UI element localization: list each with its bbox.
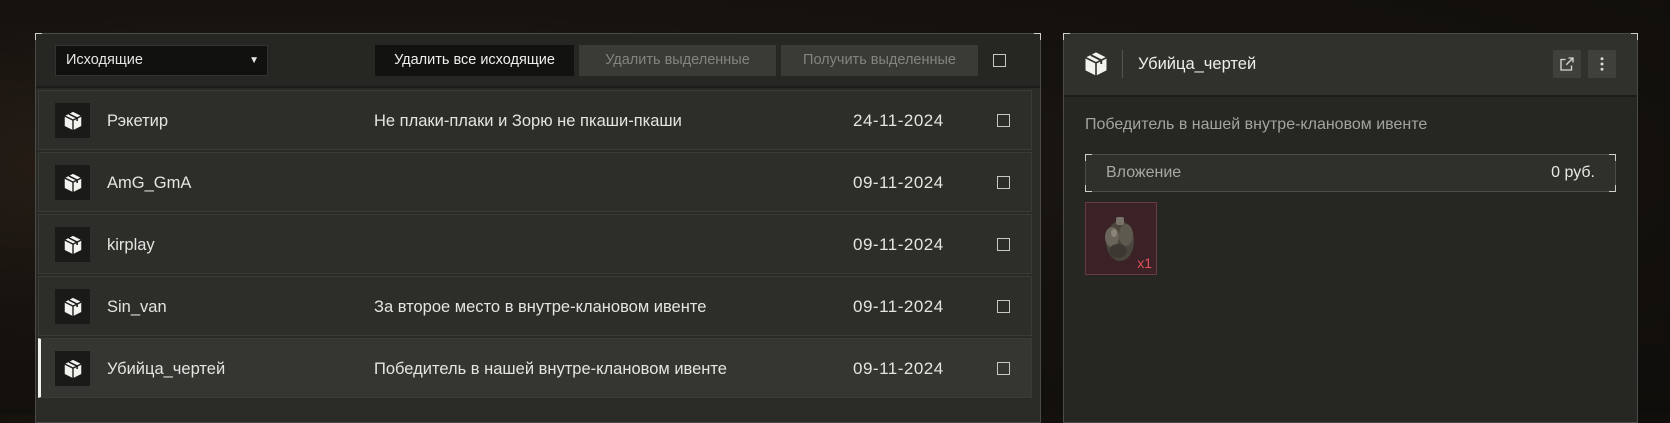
mail-row[interactable]: kirplay 09-11-2024	[38, 214, 1032, 274]
package-icon	[55, 227, 90, 262]
get-selected-button[interactable]: Получить выделенные	[781, 45, 978, 76]
mail-row[interactable]: Убийца_чертей Победитель в нашей внутре-к…	[38, 338, 1032, 398]
attachment-label: Вложение	[1106, 164, 1182, 181]
package-icon	[55, 103, 90, 138]
mail-row-checkbox[interactable]	[997, 300, 1010, 313]
mail-sender: Рэкетир	[107, 112, 169, 130]
mail-row[interactable]: AmG_GmA 09-11-2024	[38, 152, 1032, 212]
mail-detail-panel: Убийца_чертей Победитель в нашей внутре-…	[1063, 33, 1638, 423]
mail-toolbar: Исходящие ▼ Удалить все исходящие Удалит…	[36, 34, 1040, 88]
mail-sender: AmG_GmA	[107, 174, 192, 192]
attachment-corner	[1609, 154, 1616, 161]
mail-row-checkbox[interactable]	[997, 176, 1010, 189]
attachment-bar: Вложение 0 руб.	[1085, 154, 1616, 192]
mail-sender: Убийца_чертей	[107, 360, 226, 378]
attachment-corner	[1085, 185, 1092, 192]
mail-sender: kirplay	[107, 236, 155, 254]
mail-filter-value: Исходящие	[66, 52, 143, 68]
more-vertical-icon	[1600, 57, 1604, 71]
mail-row-checkbox[interactable]	[997, 362, 1010, 375]
open-external-button[interactable]	[1553, 50, 1581, 78]
mail-detail-header: Убийца_чертей	[1064, 34, 1637, 97]
mail-message: За второе место в внутре-клановом ивенте	[374, 298, 707, 316]
attachment-value: 0 руб.	[1551, 164, 1595, 181]
package-icon	[1080, 48, 1112, 80]
mail-row[interactable]: Рэкетир Не плаки-плаки и Зорю не пкаши-пк…	[38, 90, 1032, 150]
external-link-icon	[1560, 57, 1574, 71]
attachment-corner	[1085, 154, 1092, 161]
mail-sender: Sin_van	[107, 298, 167, 316]
mail-message: Победитель в нашей внутре-клановом ивент…	[374, 360, 727, 378]
package-icon	[55, 351, 90, 386]
delete-selected-button[interactable]: Удалить выделенные	[579, 45, 776, 76]
more-options-button[interactable]	[1588, 50, 1616, 78]
mail-row-checkbox[interactable]	[997, 114, 1010, 127]
mail-date: 24-11-2024	[853, 111, 944, 130]
mail-row[interactable]: Sin_van За второе место в внутре-клановом…	[38, 276, 1032, 336]
item-quantity: x1	[1137, 255, 1152, 271]
mail-date: 09-11-2024	[853, 235, 944, 254]
mail-date: 09-11-2024	[853, 173, 944, 192]
attachment-corner	[1609, 185, 1616, 192]
mail-message: Не плаки-плаки и Зорю не пкаши-пкаши	[374, 112, 682, 130]
mail-row-checkbox[interactable]	[997, 238, 1010, 251]
mail-detail-message: Победитель в нашей внутре-клановом ивент…	[1085, 116, 1428, 133]
chevron-down-icon: ▼	[249, 55, 259, 66]
mail-detail-title: Убийца_чертей	[1138, 55, 1257, 73]
select-all-checkbox[interactable]	[993, 54, 1006, 67]
mail-date: 09-11-2024	[853, 359, 944, 378]
delete-all-outgoing-button[interactable]: Удалить все исходящие	[375, 45, 574, 76]
header-divider	[1122, 50, 1123, 78]
package-icon	[55, 165, 90, 200]
mail-date: 09-11-2024	[853, 297, 944, 316]
attachment-item-slot[interactable]: x1	[1085, 202, 1157, 275]
mail-filter-dropdown[interactable]: Исходящие ▼	[55, 45, 268, 76]
mail-list-panel: Исходящие ▼ Удалить все исходящие Удалит…	[35, 33, 1041, 423]
package-icon	[55, 289, 90, 324]
